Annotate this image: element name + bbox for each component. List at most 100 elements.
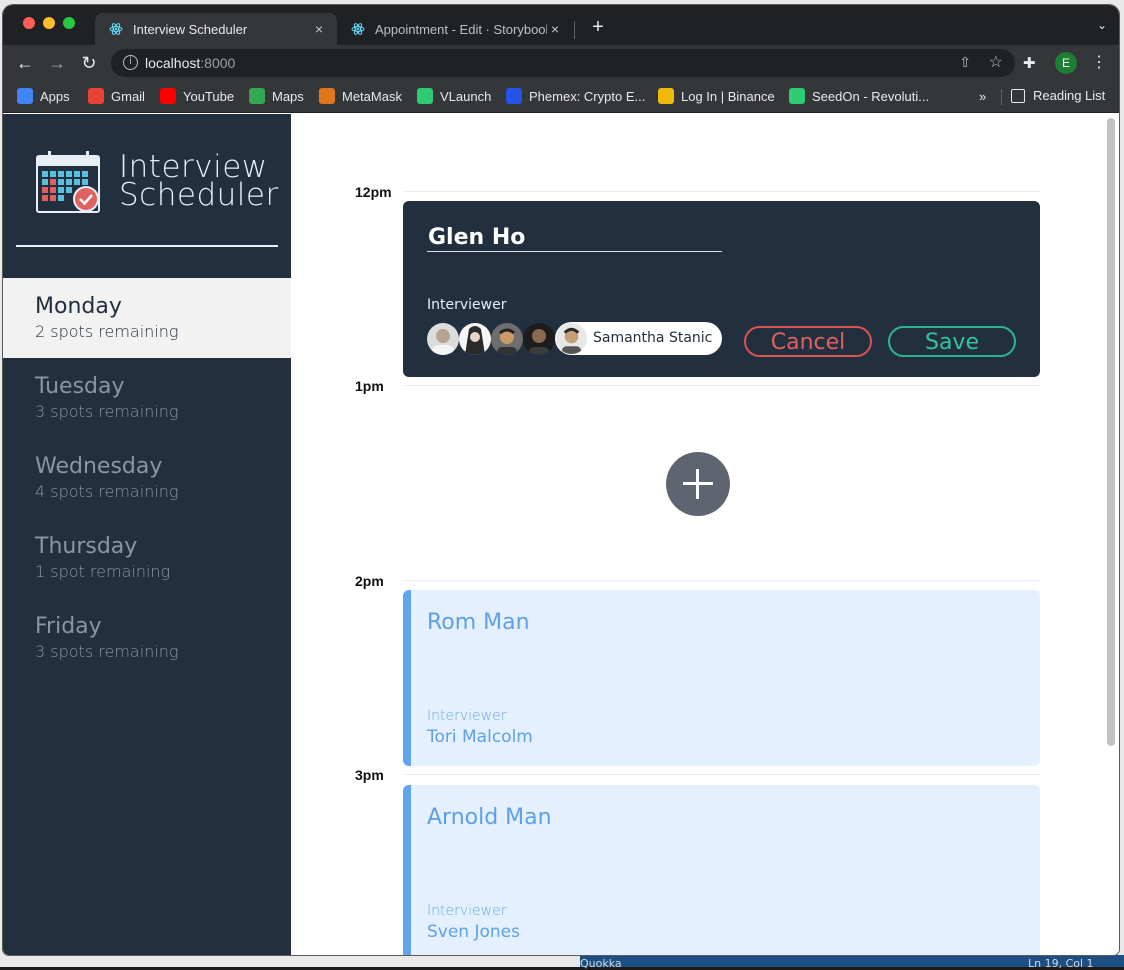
- brand-line-2: Scheduler: [119, 177, 279, 213]
- slot-divider: [403, 385, 1040, 386]
- day-item-tuesday[interactable]: Tuesday 3 spots remaining: [3, 358, 291, 438]
- tab-storybook[interactable]: Appointment - Edit · Storybook ×: [337, 13, 573, 45]
- forward-icon[interactable]: →: [46, 52, 68, 74]
- bookmark-label: VLaunch: [440, 88, 492, 104]
- selected-interviewer[interactable]: Samantha Stanic: [555, 322, 722, 355]
- bookmarks-bar: Apps Gmail YouTube Maps MetaMask VLaunch…: [3, 81, 1119, 113]
- slot-divider: [403, 580, 1040, 581]
- tab-title: Interview Scheduler: [133, 21, 248, 37]
- bookmark-seedon[interactable]: SeedOn - Revoluti...: [789, 88, 929, 104]
- tab-search-icon[interactable]: ⌄: [1097, 18, 1107, 32]
- bookmark-phemex[interactable]: Phemex: Crypto E...: [506, 88, 645, 104]
- time-label-2pm: 2pm: [355, 573, 384, 589]
- bookmark-label: Phemex: Crypto E...: [529, 88, 646, 104]
- url-port: :8000: [200, 55, 236, 71]
- bookmark-label: Log In | Binance: [681, 88, 775, 104]
- appointment-interviewer: Sven Jones: [427, 922, 520, 942]
- binance-icon: [658, 88, 674, 104]
- address-bar[interactable]: i localhost:8000 ⇧ ☆: [111, 49, 1015, 77]
- bookmark-apps[interactable]: Apps: [17, 88, 70, 104]
- profile-avatar[interactable]: E: [1055, 52, 1077, 74]
- day-item-wednesday[interactable]: Wednesday 4 spots remaining: [3, 438, 291, 518]
- background-window-left-text: Quokka: [580, 957, 622, 970]
- tab-separator: [574, 21, 575, 39]
- add-appointment-button[interactable]: [666, 452, 730, 516]
- interviewer-avatar[interactable]: [491, 323, 523, 355]
- interviewer-list-label: Interviewer: [427, 297, 507, 313]
- time-label-3pm: 3pm: [355, 767, 384, 783]
- bookmark-vlaunch[interactable]: VLaunch: [417, 88, 491, 104]
- slot-divider: [403, 191, 1040, 192]
- bookmark-youtube[interactable]: YouTube: [160, 88, 234, 104]
- window-zoom-button[interactable]: [63, 17, 75, 29]
- bookmark-label: Maps: [272, 88, 304, 104]
- time-label-12pm: 12pm: [355, 184, 392, 200]
- reload-icon[interactable]: ↻: [78, 52, 100, 74]
- day-item-thursday[interactable]: Thursday 1 spot remaining: [3, 518, 291, 598]
- window-minimize-button[interactable]: [43, 17, 55, 29]
- brand-divider: [16, 245, 278, 247]
- site-info-icon[interactable]: i: [123, 55, 138, 70]
- bookmark-maps[interactable]: Maps: [249, 88, 304, 104]
- calendar-logo-icon: [36, 151, 100, 213]
- reading-list-label: Reading List: [1033, 88, 1106, 103]
- card-accent-bar: [403, 785, 411, 955]
- day-spots: 1 spot remaining: [35, 562, 171, 581]
- metamask-icon: [319, 88, 335, 104]
- extensions-icon[interactable]: ✚: [1023, 54, 1036, 72]
- appointment-interviewer-label: Interviewer: [427, 903, 507, 919]
- day-name: Friday: [35, 614, 102, 639]
- day-name: Thursday: [35, 534, 138, 559]
- tab-close-icon[interactable]: ×: [311, 21, 327, 37]
- day-spots: 2 spots remaining: [35, 322, 179, 341]
- cancel-button[interactable]: Cancel: [744, 326, 872, 357]
- reading-list-button[interactable]: Reading List: [1011, 88, 1105, 103]
- react-icon: [109, 23, 123, 35]
- bookmark-label: SeedOn - Revoluti...: [812, 88, 930, 104]
- bookmark-label: YouTube: [183, 88, 235, 104]
- youtube-icon: [160, 88, 176, 104]
- interviewer-avatar[interactable]: [427, 323, 459, 355]
- bookmark-binance[interactable]: Log In | Binance: [658, 88, 775, 104]
- background-window-right-text: Ln 19, Col 1: [1028, 957, 1094, 970]
- tab-bar: Interview Scheduler × Appointment - Edit…: [3, 5, 1119, 45]
- bookmark-star-icon[interactable]: ☆: [989, 52, 1003, 72]
- share-icon[interactable]: ⇧: [959, 54, 971, 71]
- day-spots: 3 spots remaining: [35, 402, 179, 421]
- appointment-student: Rom Man: [427, 610, 530, 635]
- bookmark-metamask[interactable]: MetaMask: [319, 88, 402, 104]
- interviewer-avatar: [556, 323, 587, 354]
- vlaunch-icon: [417, 88, 433, 104]
- browser-menu-icon[interactable]: ⋮: [1091, 52, 1107, 72]
- sidebar: Interview Scheduler Monday 2 spots remai…: [3, 114, 291, 955]
- apps-icon: [17, 88, 33, 104]
- interviewer-avatar[interactable]: [523, 323, 555, 355]
- time-label-1pm: 1pm: [355, 378, 384, 394]
- new-tab-icon[interactable]: +: [587, 16, 609, 39]
- selected-interviewer-name: Samantha Stanic: [593, 330, 713, 346]
- app-page: Interview Scheduler Monday 2 spots remai…: [3, 114, 1119, 955]
- interviewer-avatar[interactable]: [459, 323, 491, 355]
- student-input-underline: [427, 251, 722, 252]
- page-scrollbar[interactable]: [1107, 118, 1115, 746]
- bookmark-label: Apps: [40, 88, 70, 104]
- bookmark-label: Gmail: [111, 88, 145, 104]
- tab-close-icon[interactable]: ×: [547, 21, 563, 37]
- gmail-icon: [88, 88, 104, 104]
- save-button[interactable]: Save: [888, 326, 1016, 357]
- bookmarks-overflow-icon[interactable]: »: [979, 89, 986, 104]
- day-name: Monday: [35, 294, 122, 319]
- bookmark-gmail[interactable]: Gmail: [88, 88, 145, 104]
- url-host: localhost: [145, 55, 201, 71]
- tab-interview-scheduler[interactable]: Interview Scheduler ×: [95, 13, 337, 45]
- appointment-student: Arnold Man: [427, 805, 552, 830]
- appointment-card[interactable]: Arnold Man Interviewer Sven Jones: [403, 785, 1040, 955]
- back-icon[interactable]: ←: [14, 52, 36, 74]
- browser-toolbar: ← → ↻ i localhost:8000 ⇧ ☆ ✚ E ⋮: [3, 45, 1119, 81]
- appointment-card[interactable]: Rom Man Interviewer Tori Malcolm: [403, 590, 1040, 766]
- student-name-input[interactable]: Glen Ho: [428, 225, 525, 250]
- day-item-friday[interactable]: Friday 3 spots remaining: [3, 598, 291, 678]
- window-close-button[interactable]: [23, 17, 35, 29]
- url-text[interactable]: localhost:8000: [145, 55, 235, 71]
- day-item-monday[interactable]: Monday 2 spots remaining: [3, 278, 291, 358]
